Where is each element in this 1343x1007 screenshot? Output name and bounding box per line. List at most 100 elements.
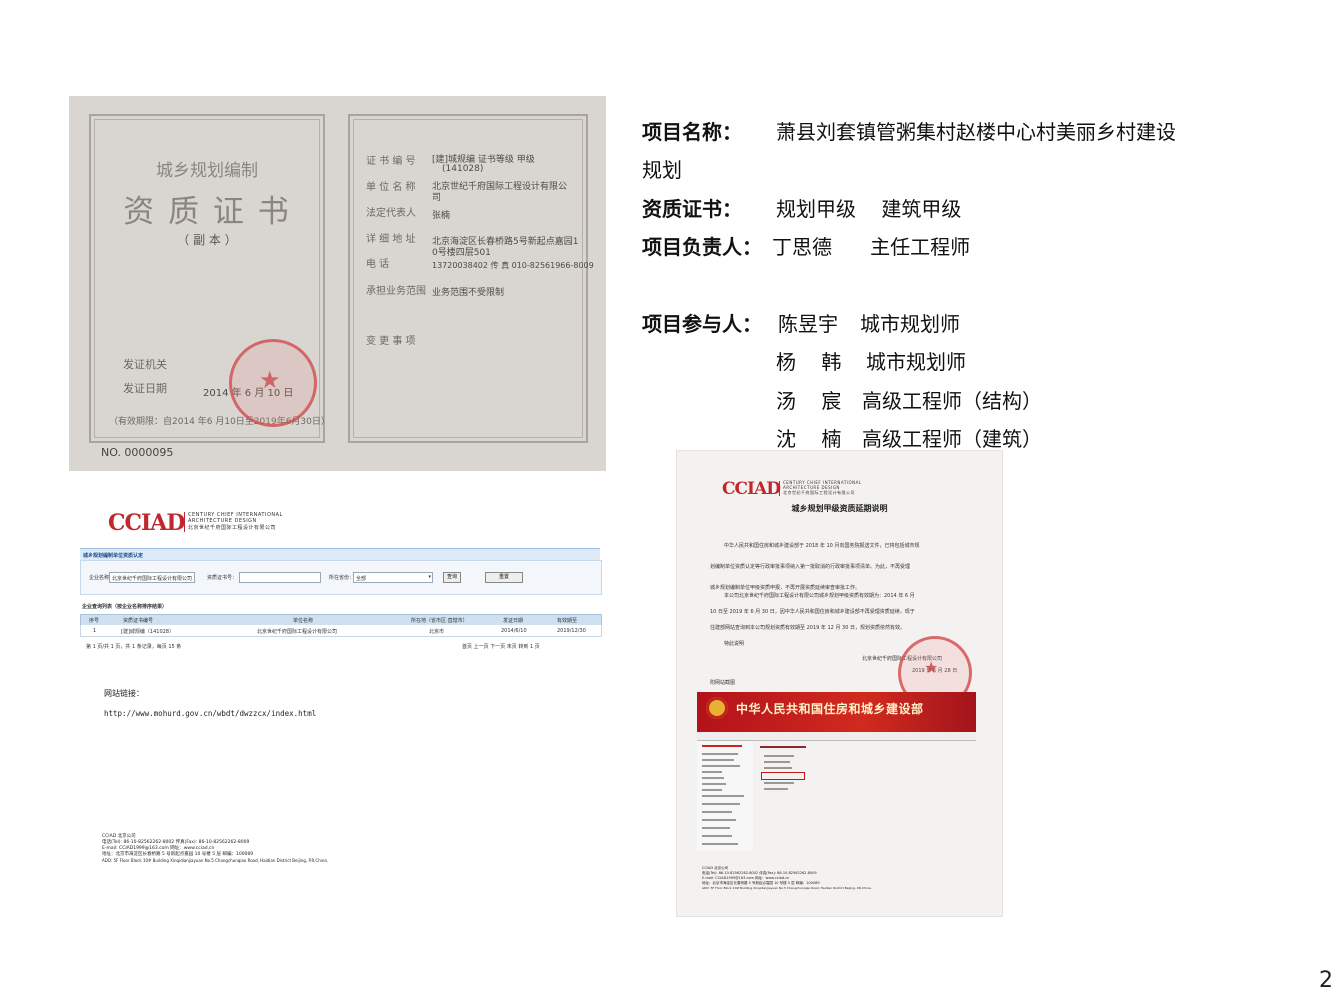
highlighted-query-link[interactable] <box>761 772 805 780</box>
ministry-sidebar-menu <box>697 741 753 851</box>
col-header: 有效期至 <box>557 618 578 624</box>
cciad-logo-icon: CCIAD <box>722 479 781 499</box>
certificate-left-page: 城乡规划编制 资 质 证 书 （ 副 本 ） 发证机关 发证日期 2014 年 … <box>89 114 330 443</box>
query-section-title: 城乡规划编制单位资质认定 <box>83 553 144 559</box>
project-name-value: 萧县刘套镇管粥集村赵楼中心村美丽乡村建设 <box>776 120 1176 144</box>
letter-closing: 特此说明 <box>724 641 745 647</box>
website-link-label: 网站链接： <box>104 689 144 698</box>
field-address-value-cont: 0号楼四层501 <box>432 248 491 258</box>
table-cell: 北京世纪千府国际工程设计有限公司 <box>257 629 338 635</box>
paragraph-line: 住建部网站查询到本公司规划资质有效期至 2019 年 12 月 30 日，规划资… <box>710 625 905 631</box>
ministry-link-line <box>764 788 788 790</box>
logo-divider <box>184 512 185 532</box>
page-number: 2 <box>1319 968 1333 993</box>
issue-date-label: 发证日期 <box>123 382 167 395</box>
project-leader-label: 项目负责人： <box>642 235 762 259</box>
table-cell: 1 <box>93 628 97 634</box>
col-header: 序号 <box>89 618 100 624</box>
table-cell: 2014/6/10 <box>501 628 527 634</box>
participant-name: 杨 韩 <box>776 350 842 374</box>
logo-en-line2: ARCHITECTURE DESIGN <box>188 518 257 524</box>
table-cell: [建]城规编（141028） <box>121 629 174 635</box>
chevron-down-icon: ▾ <box>428 574 431 580</box>
field-legal-rep-label: 法定代表人 <box>366 208 416 219</box>
col-header: 资质证书编号 <box>123 618 154 624</box>
table-cell: 2019/12/30 <box>557 628 586 634</box>
ministry-nav-bar[interactable] <box>697 732 976 741</box>
cciad-logo-icon: CCIAD <box>108 510 185 536</box>
project-name-value-cont: 规划 <box>642 158 682 182</box>
project-leader-value: 丁思德 主任工程师 <box>772 235 971 259</box>
field-legal-rep-value: 张楠 <box>432 211 451 221</box>
query-form: 企业名称： 北京世纪千府国际工程设计有限公司 资质证书号： 所在省份： 全部 ▾… <box>80 560 602 595</box>
seal-star-icon: ★ <box>924 658 939 677</box>
national-emblem-icon <box>706 697 728 719</box>
field-cert-no-label: 证 书 编 号 <box>366 156 416 167</box>
project-name-label: 项目名称： <box>642 120 742 144</box>
col-header: 所在地（省市区·直辖市） <box>411 618 468 624</box>
result-list-title: 企业查询列表（按企业名称排序结果） <box>82 604 168 610</box>
field-unit-value-cont: 司 <box>432 193 442 203</box>
company-input[interactable]: 北京世纪千府国际工程设计有限公司 <box>109 572 195 583</box>
letter-footer: CCIAD 北京公司 电话(Tel): 86-10-82562262-8002 … <box>702 866 872 891</box>
paragraph-line: 本公司北京世纪千府国际工程设计有限公司城乡规划甲级资质有效期为：2014 年 6… <box>724 593 915 599</box>
reset-button[interactable]: 重置 <box>485 572 523 583</box>
cert-no-input[interactable] <box>239 572 321 583</box>
region-select[interactable]: 全部 ▾ <box>353 572 433 583</box>
issuer-label: 发证机关 <box>123 358 167 371</box>
qualification-label: 资质证书： <box>642 197 742 221</box>
certificate-copy-label: （ 副 本 ） <box>177 233 237 247</box>
ministry-link-line <box>764 767 792 769</box>
pager-info: 第 1 页/共 1 页，共 1 条记录，每页 15 条 <box>86 644 182 650</box>
participant-name: 汤 宸 <box>776 389 842 413</box>
region-label: 所在省份： <box>329 575 355 581</box>
table-row[interactable]: 1 [建]城规编（141028） 北京世纪千府国际工程设计有限公司 北京市 20… <box>80 625 602 637</box>
participants-label: 项目参与人： <box>642 312 762 336</box>
certificate-serial: NO. 0000095 <box>101 446 174 459</box>
certificate-right-page: 证 书 编 号 [建]城规编 证书等级 甲级 (141028) 单 位 名 称 … <box>348 114 594 443</box>
field-unit-value: 北京世纪千府国际工程设计有限公 <box>432 182 568 192</box>
field-changes-label: 变 更 事 项 <box>366 336 416 347</box>
ministry-link-line <box>764 761 790 763</box>
company-input-value: 北京世纪千府国际工程设计有限公司 <box>112 576 193 582</box>
ministry-link-line <box>764 782 794 784</box>
participant-name: 陈昱宇 <box>778 312 838 336</box>
table-cell: 北京市 <box>429 629 445 635</box>
ministry-breadcrumb <box>760 746 806 748</box>
certificate-heading-small: 城乡规划编制 <box>156 161 258 181</box>
field-unit-label: 单 位 名 称 <box>366 182 416 193</box>
web-footer: CCIAD 北京公司 电话(Tel): 86-10-82562262-8002 … <box>102 834 328 864</box>
participant-title: 高级工程师（建筑） <box>862 427 1042 451</box>
ministry-banner-title: 中华人民共和国住房和城乡建设部 <box>736 702 924 716</box>
website-link-url[interactable]: http://www.mohurd.gov.cn/wbdt/dwzzcx/ind… <box>104 709 316 718</box>
field-scope-label: 承担业务范围 <box>366 286 426 297</box>
search-button[interactable]: 查询 <box>443 572 461 583</box>
field-phone-label: 电 话 <box>366 259 390 270</box>
cert-no-label: 资质证书号： <box>207 575 238 581</box>
footer-line: ADD: 5F Floor Block 10# Building Xinqidi… <box>702 886 872 890</box>
logo-divider <box>779 481 780 496</box>
footer-line: ADD: 5F Floor Block 10# Building Xinqidi… <box>102 858 329 863</box>
letter-paragraph-2: 本公司北京世纪千府国际工程设计有限公司城乡规划甲级资质有效期为：2014 年 6… <box>710 588 915 636</box>
pager-controls[interactable]: 首页 上一页 下一页 末页 转到 1 页 <box>462 643 540 650</box>
logo-cn: 北京世纪千府国际工程设计有限公司 <box>188 525 277 531</box>
participant-title: 城市规划师 <box>860 312 960 336</box>
participant-title: 城市规划师 <box>866 350 966 374</box>
col-header: 单位名称 <box>293 618 314 624</box>
participant-title: 高级工程师（结构） <box>862 389 1042 413</box>
field-cert-no-code: (141028) <box>442 164 484 174</box>
logo-cn: 北京世纪千府国际工程设计有限公司 <box>783 490 855 495</box>
paragraph-line: 10 日至 2019 年 6 月 30 日，因中华人民共和国住房和城乡建设部不再… <box>710 609 915 615</box>
certificate-heading-big: 资 质 证 书 <box>123 194 291 230</box>
field-address-label: 详 细 地 址 <box>366 234 416 245</box>
paragraph-line: 中华人民共和国住房和城乡建设部于 2018 年 10 月向国务院报送文件，已将包… <box>724 543 920 549</box>
qualification-value: 规划甲级 建筑甲级 <box>776 197 962 221</box>
attachment-label: 附网站截图 <box>710 680 736 686</box>
field-phone-value: 13720038402 传 真 010-82561966-8009 <box>432 261 594 270</box>
field-scope-value: 业务范围不受限制 <box>432 288 505 298</box>
col-header: 发证日期 <box>503 618 524 624</box>
region-select-value: 全部 <box>356 576 367 582</box>
participant-name: 沈 楠 <box>776 427 842 451</box>
letter-title: 城乡规划甲级资质延期说明 <box>791 504 888 513</box>
ministry-link-line <box>764 755 794 757</box>
